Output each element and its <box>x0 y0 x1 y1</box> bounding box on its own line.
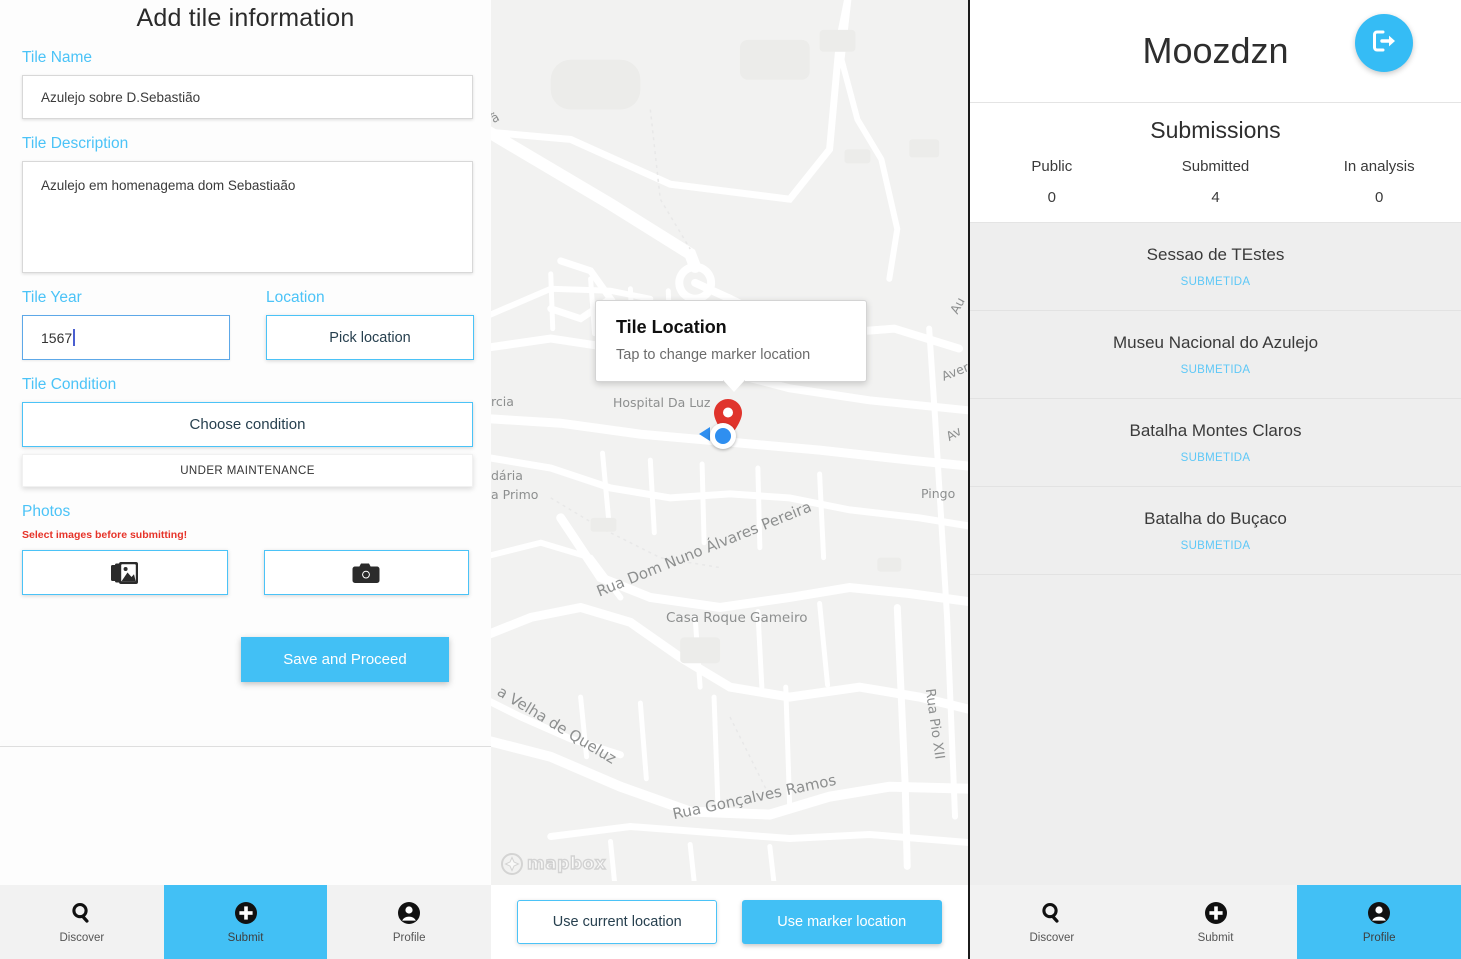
nav-item-discover[interactable]: Discover <box>0 885 164 959</box>
form-divider <box>0 746 491 747</box>
status-badge: SUBMETIDA <box>1180 276 1251 288</box>
nav-label-submit: Submit <box>227 932 264 944</box>
submission-title: Batalha Montes Claros <box>1129 421 1302 440</box>
nav-label-discover: Discover <box>1029 932 1075 944</box>
nav-item-submit[interactable]: Submit <box>1134 885 1298 959</box>
status-badge: SUBMETIDA <box>1180 452 1251 464</box>
tile-description-value: Azulejo em homenagema dom Sebastiaão <box>41 178 296 193</box>
person-circle-icon <box>396 900 422 926</box>
tile-year-value: 1567 <box>41 329 73 346</box>
photos-label: Photos <box>22 503 71 520</box>
logout-button[interactable] <box>1355 14 1413 72</box>
stat-value: 0 <box>1375 189 1384 206</box>
list-item[interactable]: Batalha Montes Claros SUBMETIDA <box>970 399 1461 487</box>
plus-circle-icon <box>233 900 259 926</box>
stat-value: 4 <box>1211 189 1220 206</box>
add-tile-form-screen: Add tile information Tile Name Azulejo s… <box>0 0 491 959</box>
map-label: dária <box>491 468 523 483</box>
pick-location-button[interactable]: Pick location <box>266 315 474 360</box>
text-caret <box>73 329 76 346</box>
submission-title: Batalha do Buçaco <box>1144 509 1287 528</box>
tile-year-input[interactable]: 1567 <box>22 315 230 360</box>
tile-name-label: Tile Name <box>22 49 93 66</box>
submissions-stat-row: Public 0 Submitted 4 In analysis 0 <box>970 158 1461 206</box>
form-body: Add tile information Tile Name Azulejo s… <box>0 0 491 885</box>
location-label: Location <box>266 289 325 306</box>
map-label: rcia <box>491 394 514 409</box>
map-canvas[interactable]: ã Hospital Da Luz rcia dária a Primo Au … <box>491 0 968 885</box>
nav-label-submit: Submit <box>1197 932 1234 944</box>
search-icon <box>69 900 95 926</box>
photos-warning-text: Select images before submitting! <box>22 529 188 541</box>
nav-label-discover: Discover <box>59 932 105 944</box>
stat-public: Public 0 <box>970 158 1134 206</box>
tile-description-label: Tile Description <box>22 135 129 152</box>
profile-screen: Moozdzn Submissions Public 0 Submitted 4… <box>970 0 1461 959</box>
tile-year-label: Tile Year <box>22 289 82 306</box>
logout-icon <box>1370 27 1398 60</box>
list-item[interactable]: Museu Nacional do Azulejo SUBMETIDA <box>970 311 1461 399</box>
plus-circle-icon <box>1203 900 1229 926</box>
person-circle-icon <box>1366 900 1392 926</box>
mapbox-logo-icon <box>501 853 523 875</box>
nav-item-discover[interactable]: Discover <box>970 885 1134 959</box>
use-current-location-button[interactable]: Use current location <box>517 900 718 944</box>
under-maintenance-banner: UNDER MAINTENANCE <box>22 454 473 487</box>
tile-condition-label: Tile Condition <box>22 376 117 393</box>
user-name: Moozdzn <box>1142 30 1289 71</box>
submission-title: Sessao de TEstes <box>1146 245 1285 264</box>
mapbox-wordmark: mapbox <box>526 853 607 874</box>
callout-title: Tile Location <box>616 317 727 337</box>
status-badge: SUBMETIDA <box>1180 364 1251 376</box>
tile-name-input[interactable]: Azulejo sobre D.Sebastião <box>22 75 473 119</box>
stat-label: In analysis <box>1343 158 1415 175</box>
nav-label-profile: Profile <box>392 932 426 944</box>
search-icon <box>1039 900 1065 926</box>
callout-subtitle: Tap to change marker location <box>616 347 811 363</box>
tile-location-callout[interactable]: Tile Location Tap to change marker locat… <box>595 300 867 392</box>
profile-header: Moozdzn <box>970 0 1461 103</box>
map-picker-screen: ã Hospital Da Luz rcia dária a Primo Au … <box>491 0 970 959</box>
list-item[interactable]: Batalha do Buçaco SUBMETIDA <box>970 487 1461 575</box>
status-badge: SUBMETIDA <box>1180 540 1251 552</box>
user-heading-arrow <box>699 427 710 441</box>
camera-icon <box>352 561 380 585</box>
stat-label: Public <box>1031 158 1073 175</box>
submissions-summary: Submissions Public 0 Submitted 4 In anal… <box>970 103 1461 223</box>
nav-label-profile: Profile <box>1362 932 1396 944</box>
save-and-proceed-button[interactable]: Save and Proceed <box>241 637 449 682</box>
screenshot-root: Add tile information Tile Name Azulejo s… <box>0 0 1461 959</box>
map-action-bar: Use current location Use marker location <box>491 885 968 959</box>
use-marker-location-button[interactable]: Use marker location <box>741 900 942 944</box>
nav-item-submit[interactable]: Submit <box>163 885 328 959</box>
choose-condition-button[interactable]: Choose condition <box>22 402 473 447</box>
map-label: a Primo <box>491 487 539 502</box>
tile-name-value: Azulejo sobre D.Sebastião <box>41 89 201 105</box>
user-location-dot <box>710 423 736 449</box>
pick-from-gallery-button[interactable] <box>22 550 228 595</box>
image-gallery-icon <box>110 561 139 585</box>
map-label: Pingo <box>921 486 956 501</box>
bottom-navigation-profile: Discover Submit Profile <box>970 885 1461 959</box>
stat-in-analysis: In analysis 0 <box>1297 158 1461 206</box>
submissions-title: Submissions <box>1150 117 1281 143</box>
bottom-navigation-form: Discover Submit Profile <box>0 885 491 959</box>
list-item[interactable]: Sessao de TEstes SUBMETIDA <box>970 223 1461 311</box>
nav-item-profile[interactable]: Profile <box>1297 885 1461 959</box>
stat-label: Submitted <box>1181 158 1250 175</box>
nav-item-profile[interactable]: Profile <box>327 885 491 959</box>
page-title: Add tile information <box>136 4 355 32</box>
stat-submitted: Submitted 4 <box>1134 158 1298 206</box>
submission-title: Museu Nacional do Azulejo <box>1112 333 1319 352</box>
map-label: Hospital Da Luz <box>613 395 711 410</box>
stat-value: 0 <box>1047 189 1056 206</box>
map-label: Casa Roque Gameiro <box>666 610 808 626</box>
take-photo-button[interactable] <box>263 550 469 595</box>
submissions-list: Sessao de TEstes SUBMETIDA Museu Naciona… <box>970 223 1461 885</box>
mapbox-attribution[interactable]: mapbox <box>501 853 606 875</box>
tile-description-input[interactable]: Azulejo em homenagema dom Sebastiaão <box>22 161 473 273</box>
